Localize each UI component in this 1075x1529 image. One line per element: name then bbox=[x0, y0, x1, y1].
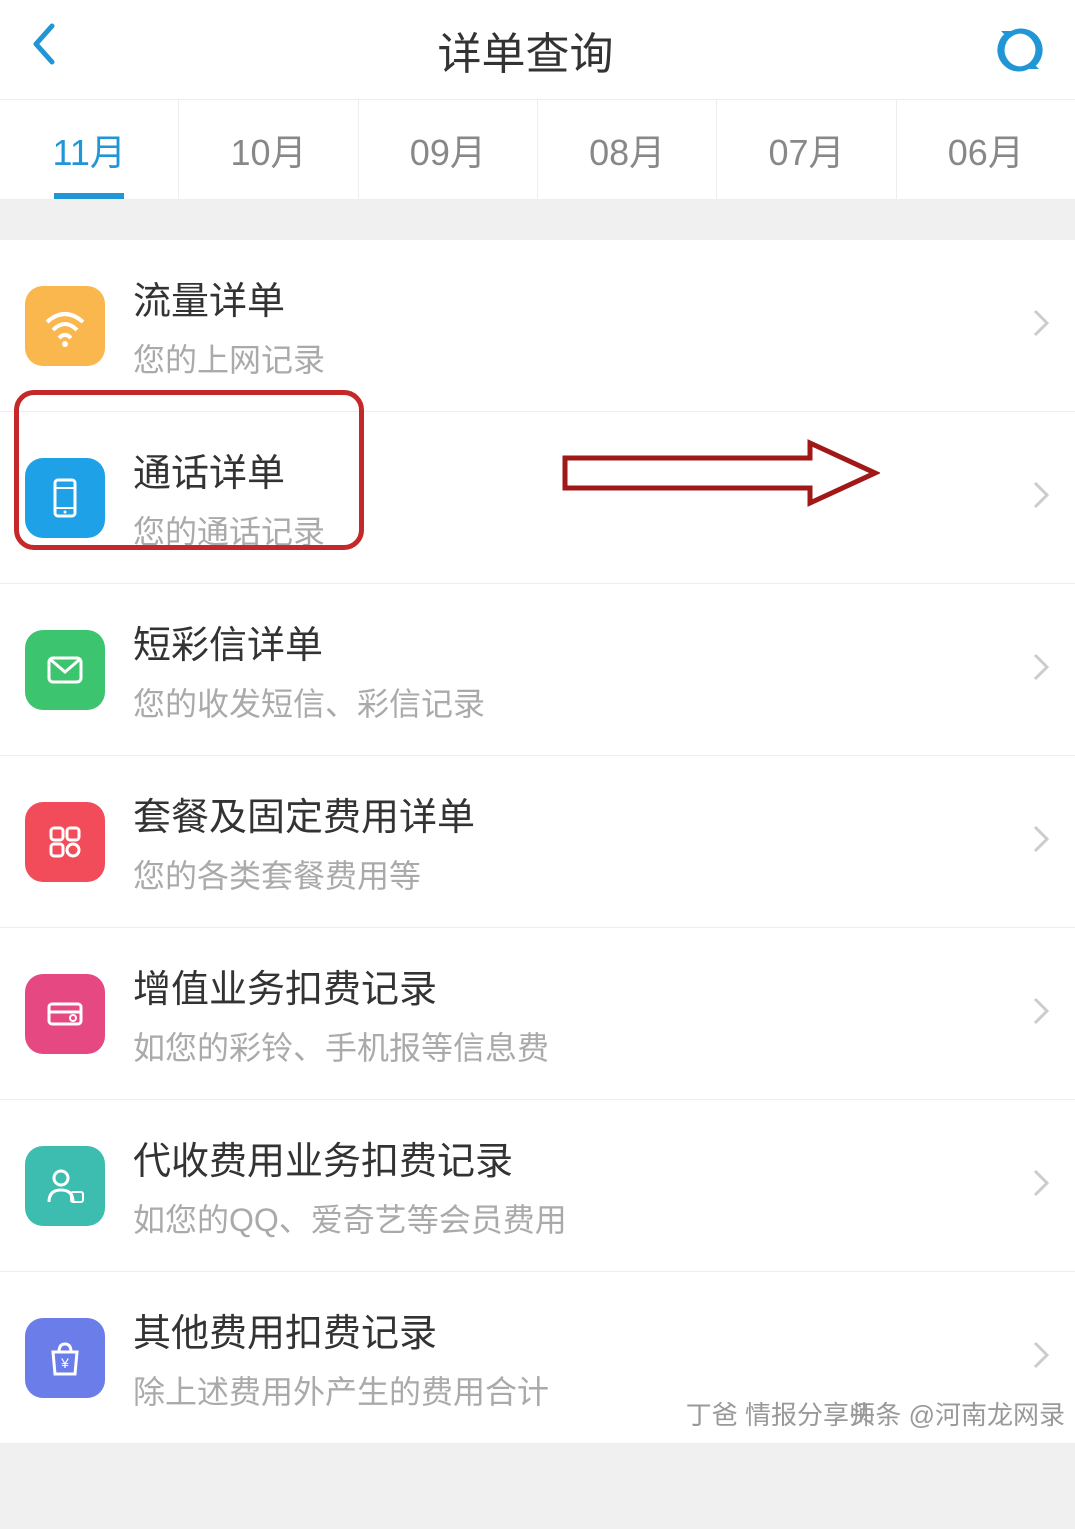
card-icon bbox=[25, 974, 105, 1054]
tab-month-08[interactable]: 08月 bbox=[537, 100, 716, 199]
chevron-right-icon bbox=[1032, 993, 1050, 1035]
watermark-text: 丁爸 情报分享师 bbox=[686, 1400, 875, 1430]
list-item-data-usage[interactable]: 流量详单 您的上网记录 bbox=[0, 240, 1075, 412]
item-subtitle: 您的通话记录 bbox=[133, 507, 1032, 553]
tab-month-10[interactable]: 10月 bbox=[178, 100, 357, 199]
item-title: 增值业务扣费记录 bbox=[133, 958, 1032, 1013]
item-content: 流量详单 您的上网记录 bbox=[133, 270, 1032, 381]
chevron-right-icon bbox=[1032, 649, 1050, 691]
detail-list: 流量详单 您的上网记录 通话详单 您的通话记录 短彩信详单 您的收发短信、彩信记… bbox=[0, 240, 1075, 1444]
list-item-sms-mms[interactable]: 短彩信详单 您的收发短信、彩信记录 bbox=[0, 584, 1075, 756]
watermark-text: 头条 @河南龙网录 bbox=[849, 1395, 1065, 1432]
chevron-right-icon bbox=[1032, 1165, 1050, 1207]
refresh-icon bbox=[995, 25, 1045, 75]
back-button[interactable] bbox=[30, 22, 56, 78]
chevron-right-icon bbox=[1032, 477, 1050, 519]
item-title: 其他费用扣费记录 bbox=[133, 1302, 1032, 1357]
wifi-icon bbox=[25, 286, 105, 366]
chevron-right-icon bbox=[1032, 821, 1050, 863]
list-item-value-added[interactable]: 增值业务扣费记录 如您的彩铃、手机报等信息费 bbox=[0, 928, 1075, 1100]
chevron-right-icon bbox=[1032, 1337, 1050, 1379]
item-subtitle: 您的各类套餐费用等 bbox=[133, 851, 1032, 897]
item-content: 短彩信详单 您的收发短信、彩信记录 bbox=[133, 614, 1032, 725]
spacer bbox=[0, 200, 1075, 240]
item-subtitle: 如您的QQ、爱奇艺等会员费用 bbox=[133, 1195, 1032, 1241]
month-tabs: 11月 10月 09月 08月 07月 06月 bbox=[0, 100, 1075, 200]
item-content: 代收费用业务扣费记录 如您的QQ、爱奇艺等会员费用 bbox=[133, 1130, 1032, 1241]
tab-month-09[interactable]: 09月 bbox=[358, 100, 537, 199]
back-icon bbox=[30, 22, 56, 66]
tab-month-11[interactable]: 11月 bbox=[0, 100, 178, 199]
list-item-call-records[interactable]: 通话详单 您的通话记录 bbox=[0, 412, 1075, 584]
item-subtitle: 您的收发短信、彩信记录 bbox=[133, 679, 1032, 725]
item-title: 代收费用业务扣费记录 bbox=[133, 1130, 1032, 1185]
person-icon bbox=[25, 1146, 105, 1226]
svg-text:¥: ¥ bbox=[60, 1355, 69, 1371]
item-content: 通话详单 您的通话记录 bbox=[133, 442, 1032, 553]
tab-month-07[interactable]: 07月 bbox=[716, 100, 895, 199]
grid-icon bbox=[25, 802, 105, 882]
tab-month-06[interactable]: 06月 bbox=[896, 100, 1075, 199]
item-content: 套餐及固定费用详单 您的各类套餐费用等 bbox=[133, 786, 1032, 897]
item-title: 通话详单 bbox=[133, 442, 1032, 497]
list-item-package-fees[interactable]: 套餐及固定费用详单 您的各类套餐费用等 bbox=[0, 756, 1075, 928]
item-subtitle: 如您的彩铃、手机报等信息费 bbox=[133, 1023, 1032, 1069]
phone-icon bbox=[25, 458, 105, 538]
chevron-right-icon bbox=[1032, 305, 1050, 347]
item-subtitle: 您的上网记录 bbox=[133, 335, 1032, 381]
item-content: 增值业务扣费记录 如您的彩铃、手机报等信息费 bbox=[133, 958, 1032, 1069]
item-title: 短彩信详单 bbox=[133, 614, 1032, 669]
watermark-right: 头条 @河南龙网录 bbox=[849, 1395, 1065, 1432]
header: 详单查询 bbox=[0, 0, 1075, 100]
item-title: 流量详单 bbox=[133, 270, 1032, 325]
mail-icon bbox=[25, 630, 105, 710]
list-item-collection-fees[interactable]: 代收费用业务扣费记录 如您的QQ、爱奇艺等会员费用 bbox=[0, 1100, 1075, 1272]
item-title: 套餐及固定费用详单 bbox=[133, 786, 1032, 841]
refresh-button[interactable] bbox=[995, 25, 1045, 75]
watermark-left: 丁爸 情报分享师 bbox=[686, 1395, 875, 1432]
bag-icon: ¥ bbox=[25, 1318, 105, 1398]
page-title: 详单查询 bbox=[438, 18, 614, 82]
